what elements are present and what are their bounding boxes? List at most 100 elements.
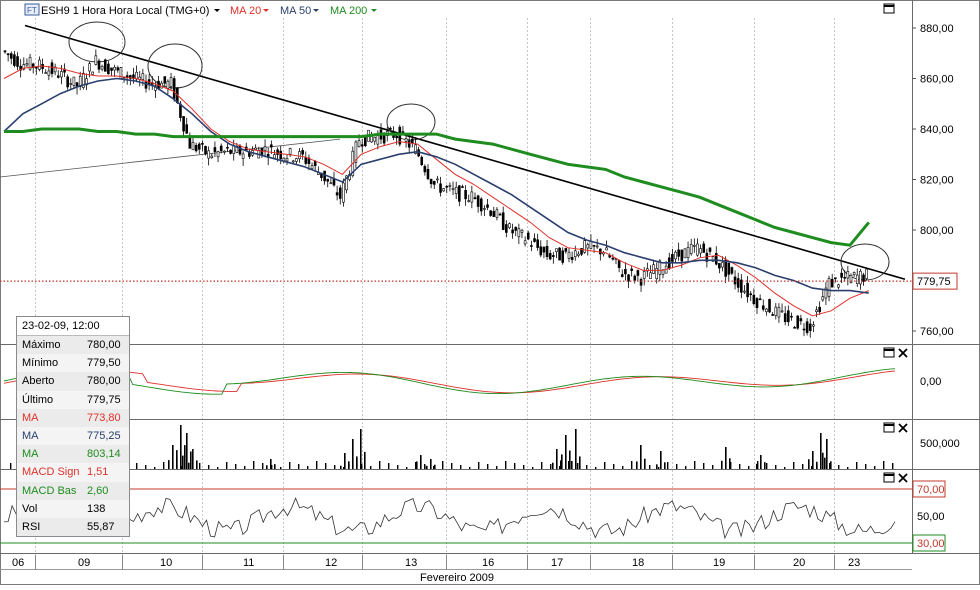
candle-body	[276, 149, 279, 155]
volume-bar	[430, 459, 432, 469]
time-tick-label: 17	[551, 557, 563, 569]
candle-body	[686, 247, 690, 259]
volume-bar	[816, 464, 818, 469]
candle-body	[464, 190, 467, 200]
candle-body	[404, 138, 408, 142]
info-key: MA	[22, 411, 39, 424]
volume-bar	[667, 462, 669, 469]
candle-body	[627, 274, 630, 282]
volume-bar	[730, 462, 732, 469]
info-key: MA	[22, 448, 39, 461]
candle-body	[852, 272, 856, 275]
candle-body	[467, 200, 471, 202]
volume-bar	[208, 465, 210, 469]
candle-body	[13, 54, 16, 66]
candle-body	[426, 168, 430, 180]
time-tick-label: 18	[632, 557, 644, 569]
volume-bar	[460, 465, 462, 469]
info-value: 773,80	[87, 411, 121, 424]
candle-body	[620, 274, 624, 277]
candle-body	[577, 253, 580, 256]
candle-body	[749, 293, 753, 296]
volume-bar	[190, 461, 192, 469]
indicator-label[interactable]: MA 200	[330, 5, 367, 17]
volume-bar	[568, 461, 570, 469]
candle-body	[439, 183, 442, 193]
volume-bar	[379, 461, 381, 469]
candle-body	[448, 184, 452, 187]
candle-body	[677, 249, 680, 257]
candle-body	[746, 282, 749, 298]
candle-body	[88, 63, 91, 72]
candle-body	[633, 275, 637, 281]
volume-bar	[226, 462, 228, 469]
candle-body	[216, 151, 220, 158]
volume-bar	[352, 462, 354, 469]
candle-body	[514, 226, 518, 231]
volume-bar	[188, 462, 190, 469]
volume-bar	[874, 466, 876, 469]
volume-bar	[163, 462, 165, 469]
volume-bar	[496, 466, 498, 469]
candle-body	[802, 328, 806, 331]
month-label: Fevereiro 2009	[420, 572, 494, 584]
volume-bar	[847, 467, 849, 469]
candle-body	[790, 315, 793, 318]
candle-body	[523, 240, 527, 245]
candle-body	[855, 274, 859, 285]
volume-tick-label: 500,000	[920, 438, 960, 450]
candle-body	[683, 248, 687, 259]
candle-body	[194, 144, 198, 152]
candle-body	[107, 63, 110, 75]
candle-body	[436, 178, 439, 181]
candle-body	[56, 75, 60, 78]
candle-body	[458, 185, 461, 202]
info-key: Máximo	[22, 339, 61, 351]
candle-body	[411, 138, 414, 144]
candle-body	[805, 321, 809, 333]
candle-body	[592, 245, 596, 247]
candle-body	[818, 306, 821, 313]
candle-body	[815, 309, 818, 313]
candle-body	[539, 246, 543, 256]
indicator-label[interactable]: MA 20	[230, 5, 261, 17]
candle-body	[373, 137, 377, 142]
candle-body	[758, 298, 762, 301]
info-datetime: 23-02-09, 12:00	[17, 317, 129, 336]
volume-bar	[541, 462, 543, 469]
candle-body	[743, 290, 746, 293]
time-tick-label: 09	[78, 557, 90, 569]
candle-body	[110, 67, 113, 71]
candle-body	[301, 150, 304, 155]
candle-body	[420, 156, 424, 166]
volume-bar	[559, 466, 561, 469]
info-row: MACD Bas 2,60	[17, 481, 129, 500]
candle-body	[326, 178, 330, 182]
indicator-label[interactable]: MA 50	[280, 5, 311, 17]
info-value: 775,25	[87, 429, 121, 442]
candle-body	[270, 144, 273, 148]
candle-body	[721, 262, 724, 268]
volume-bar	[766, 463, 768, 469]
candle-body	[511, 229, 514, 234]
volume-bar	[636, 461, 638, 469]
volume-bar	[348, 463, 350, 469]
volume-bar	[829, 463, 831, 469]
candle-body	[213, 147, 217, 152]
candle-body	[329, 182, 333, 185]
candle-body	[169, 77, 173, 87]
candle-body	[47, 70, 51, 76]
volume-bar	[154, 467, 156, 469]
volume-bar	[344, 453, 346, 469]
volume-bar	[325, 463, 327, 469]
candle-body	[304, 157, 308, 164]
candle-body	[103, 59, 107, 72]
candle-body	[774, 306, 778, 316]
candle-body	[714, 253, 718, 265]
symbol-label[interactable]: ESH9 1 Hora Hora Local (TMG+0)	[41, 5, 209, 17]
candle-body	[291, 160, 295, 163]
candle-body	[595, 245, 599, 248]
candle-body	[201, 143, 204, 145]
volume-bar	[721, 467, 723, 469]
candle-body	[364, 136, 367, 147]
